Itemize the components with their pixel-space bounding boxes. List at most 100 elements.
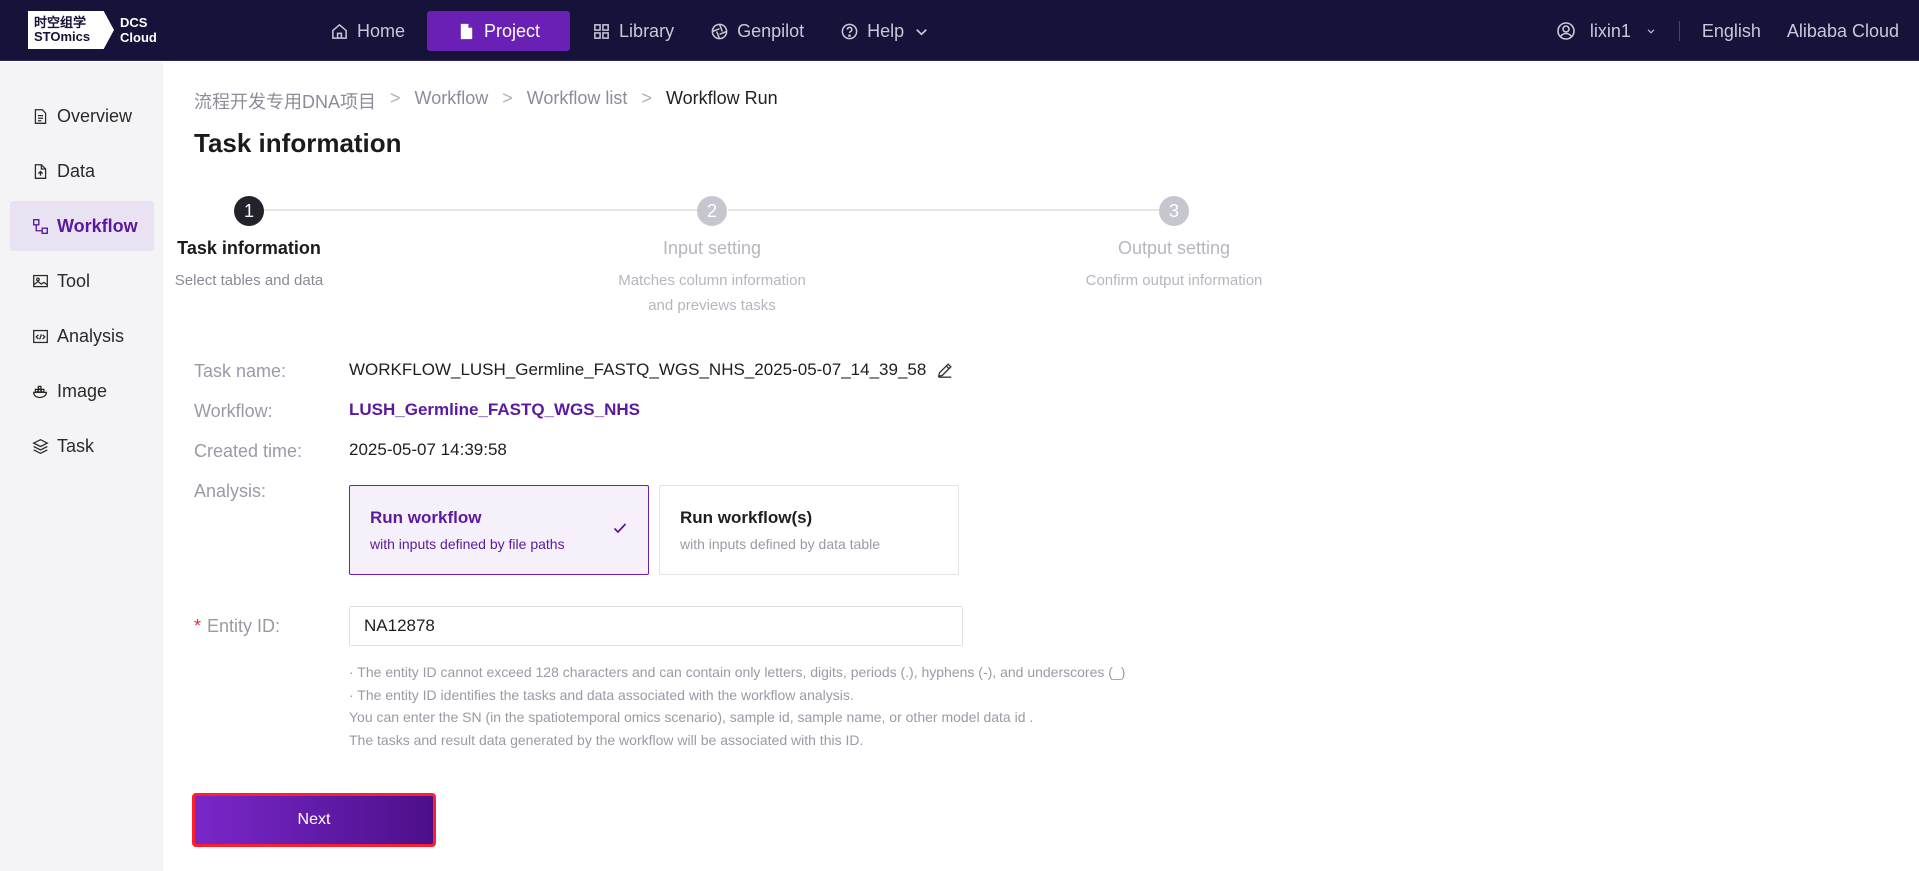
- sidebar-item-label: Data: [57, 160, 96, 181]
- sidebar-item-image[interactable]: Image: [10, 366, 154, 416]
- step-1-desc: Select tables and data: [119, 268, 379, 293]
- nav-right-group: lixin1 English Alibaba Cloud: [1556, 11, 1899, 51]
- step-connector: [728, 209, 1159, 211]
- entity-id-hints: · The entity ID cannot exceed 128 charac…: [349, 661, 1125, 751]
- user-icon[interactable]: [1556, 21, 1576, 41]
- step-1-desc-line1: Select tables and data: [174, 272, 324, 289]
- user-name[interactable]: lixin1: [1590, 21, 1631, 42]
- nav-library-label: Library: [619, 20, 675, 41]
- nav-divider: [1678, 21, 1680, 41]
- check-icon: [613, 523, 627, 534]
- option-run-workflow-file-paths[interactable]: Run workflow with inputs defined by file…: [349, 485, 649, 575]
- logo-text-cn: 时空组学: [34, 15, 87, 30]
- hint-line: The tasks and result data generated by t…: [349, 731, 864, 748]
- breadcrumb-workflow-list[interactable]: Workflow list: [527, 88, 628, 114]
- language-switch[interactable]: English: [1702, 21, 1761, 42]
- required-asterisk: *: [194, 616, 202, 636]
- entity-id-label: * Entity ID:: [194, 613, 280, 639]
- nav-home[interactable]: Home: [316, 11, 419, 51]
- workflow-value[interactable]: LUSH_Germline_FASTQ_WGS_NHS: [349, 400, 640, 420]
- task-name-value-group: WORKFLOW_LUSH_Germline_FASTQ_WGS_NHS_202…: [349, 360, 954, 380]
- product-name-line2: Cloud: [120, 30, 157, 45]
- chevron-down-icon[interactable]: [1645, 25, 1657, 37]
- sidebar-item-label: Analysis: [57, 325, 125, 346]
- help-icon: [841, 23, 858, 39]
- step-connector: [264, 209, 698, 211]
- option-desc: with inputs defined by file paths: [370, 536, 565, 552]
- top-navigation-bar: 时空组学 STOmics DCS Cloud Home Project Libr…: [0, 0, 1919, 61]
- product-name-line1: DCS: [120, 15, 148, 30]
- docker-icon: [33, 385, 48, 398]
- hint-line: · The entity ID identifies the tasks and…: [349, 686, 854, 703]
- step-2-desc-line2: and previews tasks: [648, 297, 776, 314]
- sidebar-item-overview[interactable]: Overview: [10, 91, 154, 141]
- nav-help-label: Help: [867, 20, 905, 41]
- entity-id-label-text: Entity ID:: [207, 616, 281, 636]
- page-title: Task information: [194, 128, 402, 158]
- nav-help[interactable]: Help: [826, 11, 945, 51]
- logo-mark: 时空组学 STOmics: [28, 11, 114, 49]
- logo-text-en: STOmics: [34, 29, 91, 44]
- sidebar-item-data[interactable]: Data: [10, 146, 154, 196]
- nav-genpilot[interactable]: Genpilot: [696, 11, 818, 51]
- step-3-title: Output setting: [1117, 238, 1231, 258]
- breadcrumb-current: Workflow Run: [665, 88, 778, 108]
- nav-project[interactable]: Project: [427, 11, 571, 51]
- hint-line: · The entity ID cannot exceed 128 charac…: [349, 664, 1126, 680]
- analysis-label: Analysis:: [194, 481, 267, 501]
- nav-home-label: Home: [357, 20, 406, 41]
- step-2-desc-line1: Matches column information: [618, 272, 806, 289]
- sidebar-item-task[interactable]: Task: [10, 421, 154, 471]
- sidebar: Overview Data Workflow Tool Analysis Ima…: [0, 62, 163, 871]
- breadcrumb-project[interactable]: 流程开发专用DNA项目: [194, 88, 376, 114]
- document-icon: [34, 108, 47, 124]
- task-name-value: WORKFLOW_LUSH_Germline_FASTQ_WGS_NHS_202…: [349, 360, 927, 379]
- layers-icon: [32, 438, 49, 454]
- stepper: 1 Task information Select tables and dat…: [163, 196, 1463, 316]
- step-2-title: Input setting: [662, 238, 762, 258]
- nav-genpilot-label: Genpilot: [737, 20, 805, 41]
- sidebar-item-label: Overview: [57, 105, 133, 126]
- next-button[interactable]: Next: [192, 793, 436, 847]
- logo[interactable]: 时空组学 STOmics DCS Cloud: [28, 10, 157, 50]
- file-upload-icon: [34, 163, 47, 179]
- entity-id-input[interactable]: [349, 606, 963, 646]
- step-3-number: 3: [1159, 196, 1189, 226]
- sidebar-item-label: Tool: [57, 270, 91, 291]
- step-3-desc-line1: Confirm output information: [1085, 272, 1263, 289]
- main-content: 流程开发专用DNA项目 > Workflow > Workflow list >…: [163, 62, 1919, 871]
- option-desc: with inputs defined by data table: [680, 536, 881, 552]
- step-3-desc: Confirm output information: [1044, 268, 1304, 293]
- home-icon: [332, 23, 347, 39]
- chevron-down-icon: [916, 28, 928, 36]
- sidebar-item-label: Workflow: [57, 215, 138, 236]
- option-title: Run workflow: [370, 508, 482, 527]
- nav-library[interactable]: Library: [578, 11, 688, 51]
- sidebar-item-label: Image: [57, 380, 108, 401]
- sidebar-item-analysis[interactable]: Analysis: [10, 311, 154, 361]
- product-name: DCS Cloud: [120, 15, 157, 45]
- grid-icon: [594, 23, 609, 39]
- breadcrumb-separator: >: [502, 88, 513, 108]
- step-2-number: 2: [697, 196, 727, 226]
- cloud-provider[interactable]: Alibaba Cloud: [1787, 21, 1899, 42]
- workflow-icon: [33, 218, 48, 234]
- breadcrumb-separator: >: [641, 88, 652, 108]
- created-time-value: 2025-05-07 14:39:58: [349, 440, 507, 459]
- step-1-title: Task information: [177, 238, 321, 258]
- step-2-desc: Matches column information and previews …: [582, 268, 842, 318]
- file-icon: [460, 23, 473, 39]
- breadcrumb: 流程开发专用DNA项目 > Workflow > Workflow list >…: [194, 88, 778, 114]
- breadcrumb-separator: >: [390, 88, 401, 108]
- task-name-label: Task name:: [194, 361, 287, 381]
- sidebar-item-label: Task: [57, 435, 95, 456]
- created-time-label: Created time:: [194, 441, 303, 461]
- breadcrumb-workflow[interactable]: Workflow: [415, 88, 489, 114]
- option-run-workflow-data-table[interactable]: Run workflow(s) with inputs defined by d…: [659, 485, 959, 575]
- step-1-number: 1: [234, 196, 264, 226]
- aperture-icon: [711, 23, 728, 39]
- code-icon: [33, 329, 48, 343]
- option-title: Run workflow(s): [680, 508, 813, 527]
- edit-icon[interactable]: [936, 361, 954, 379]
- image-tool-icon: [33, 274, 48, 287]
